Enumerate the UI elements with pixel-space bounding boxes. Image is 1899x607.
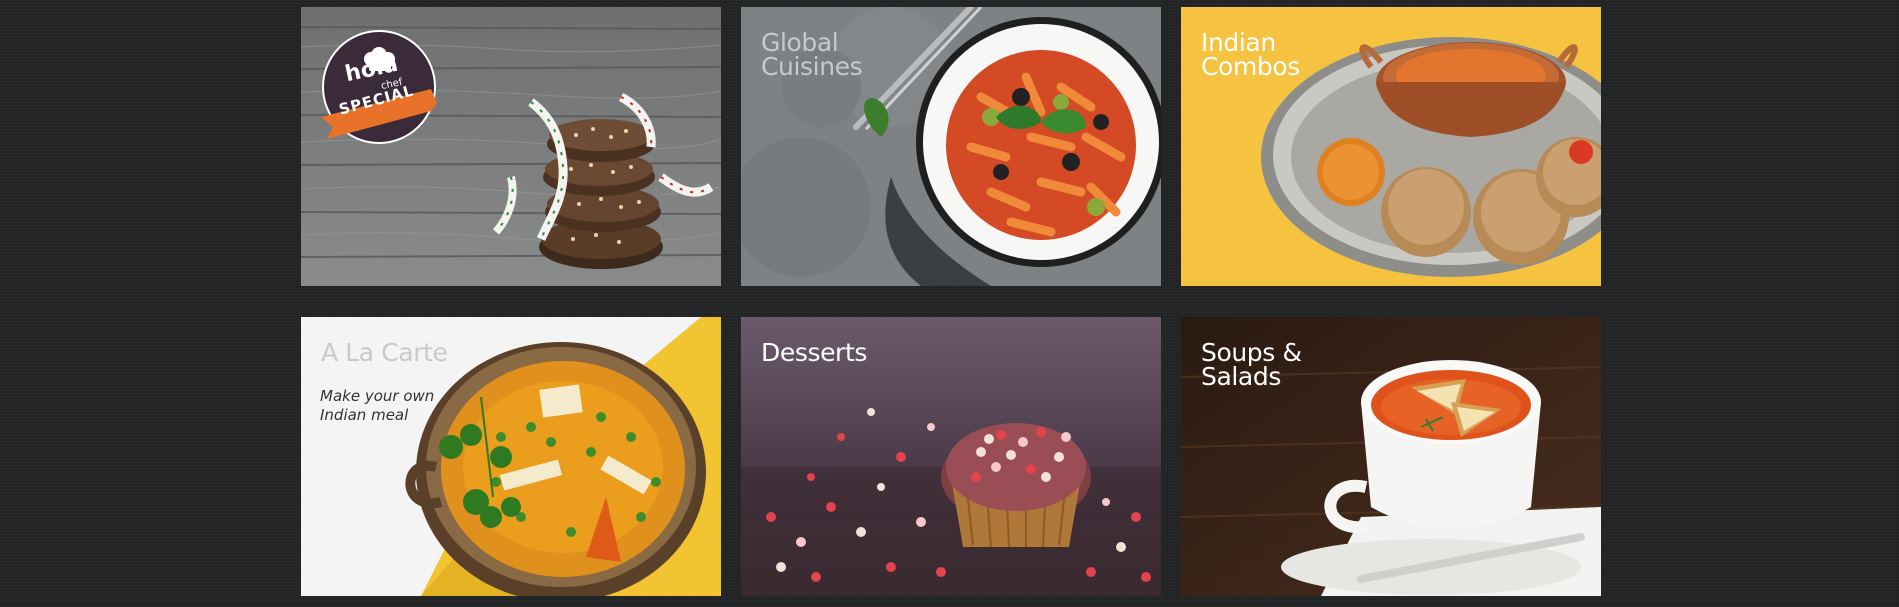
tile-title: A La Carte <box>321 338 448 367</box>
tile-soups-salads[interactable]: Soups & Salads <box>1181 317 1601 596</box>
tile-title: Desserts <box>761 338 867 367</box>
tile-title: Indian Combos <box>1201 28 1300 81</box>
tile-subtitle: Make your own Indian meal <box>320 387 435 424</box>
tile-holachef-special[interactable]: hola chef SPECIAL <box>301 7 721 286</box>
tile-title: Global Cuisines <box>761 28 863 81</box>
tile-a-la-carte[interactable]: A La Carte Make your own Indian meal <box>301 317 721 596</box>
tile-title: Soups & Salads <box>1201 338 1302 391</box>
category-grid: hola chef SPECIAL Global Cuisines Indian… <box>301 7 1601 597</box>
tile-global-cuisines[interactable]: Global Cuisines <box>741 7 1161 286</box>
tile-indian-combos[interactable]: Indian Combos <box>1181 7 1601 286</box>
tile-desserts[interactable]: Desserts <box>741 317 1161 596</box>
